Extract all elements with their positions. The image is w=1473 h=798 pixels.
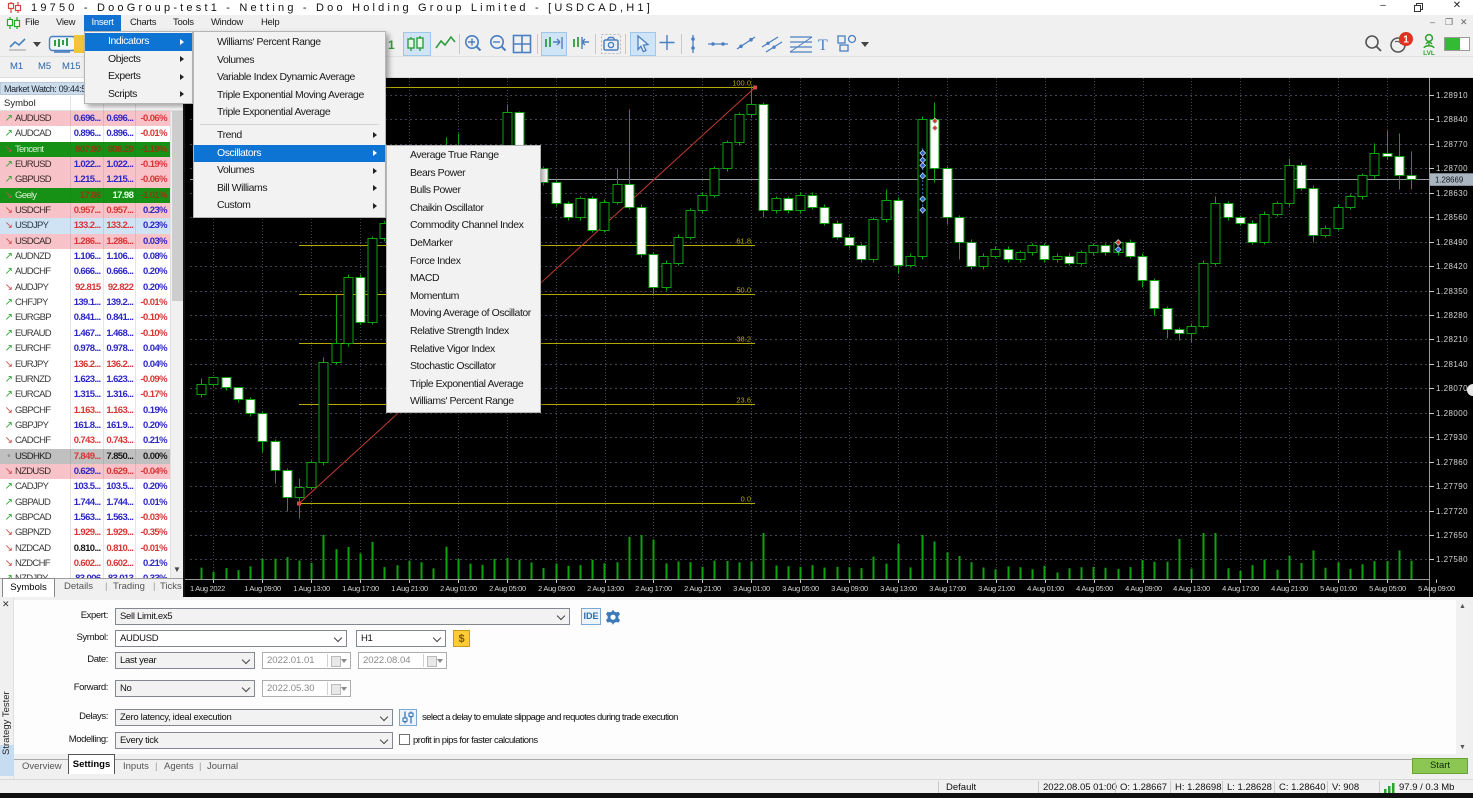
svg-text:1 Aug 17:00: 1 Aug 17:00 [342,584,379,593]
svg-text:4 Aug 09:00: 4 Aug 09:00 [1125,584,1162,593]
svg-text:T: T [818,37,828,54]
svg-text:2 Aug 13:00: 2 Aug 13:00 [587,584,624,593]
svg-text:2 Aug 01:00: 2 Aug 01:00 [440,584,477,593]
svg-text:3 Aug 13:00: 3 Aug 13:00 [880,584,917,593]
svg-text:1.28140: 1.28140 [1436,360,1468,369]
svg-text:100.0: 100.0 [732,79,751,88]
svg-text:1.28700: 1.28700 [1436,164,1468,173]
svg-text:3 Aug 05:00: 3 Aug 05:00 [782,584,819,593]
svg-text:1 Aug 13:00: 1 Aug 13:00 [293,584,330,593]
svg-text:1.28000: 1.28000 [1436,409,1468,418]
svg-text:1.27580: 1.27580 [1436,555,1468,564]
svg-text:2 Aug 09:00: 2 Aug 09:00 [538,584,575,593]
svg-text:3 Aug 01:00: 3 Aug 01:00 [733,584,770,593]
svg-text:2 Aug 21:00: 2 Aug 21:00 [684,584,721,593]
svg-text:2 Aug 17:00: 2 Aug 17:00 [635,584,672,593]
svg-text:3 Aug 17:00: 3 Aug 17:00 [929,584,966,593]
svg-text:1.28070: 1.28070 [1436,384,1468,393]
svg-text:38.2: 38.2 [736,335,751,344]
svg-text:4 Aug 21:00: 4 Aug 21:00 [1271,584,1308,593]
svg-text:4 Aug 13:00: 4 Aug 13:00 [1173,584,1210,593]
svg-text:1.28350: 1.28350 [1436,287,1468,296]
svg-text:1.28840: 1.28840 [1436,115,1468,124]
svg-text:3 Aug 09:00: 3 Aug 09:00 [831,584,868,593]
svg-text:LVL: LVL [1423,50,1435,57]
svg-text:1.27790: 1.27790 [1436,482,1468,491]
svg-text:1.27860: 1.27860 [1436,458,1468,467]
svg-text:61.8: 61.8 [736,237,751,246]
svg-text:5 Aug 09:00: 5 Aug 09:00 [1418,584,1455,593]
svg-text:0.0: 0.0 [741,495,751,504]
svg-text:1.28560: 1.28560 [1436,213,1468,222]
svg-text:1.28280: 1.28280 [1436,311,1468,320]
svg-text:1.28210: 1.28210 [1436,335,1468,344]
svg-text:4 Aug 17:00: 4 Aug 17:00 [1222,584,1259,593]
svg-text:1.28630: 1.28630 [1436,189,1468,198]
svg-text:23.6: 23.6 [736,396,751,405]
svg-text:1.28669: 1.28669 [1435,175,1463,184]
svg-text:1.28770: 1.28770 [1436,140,1468,149]
svg-text:2 Aug 05:00: 2 Aug 05:00 [489,584,526,593]
svg-text:1.28490: 1.28490 [1436,238,1468,247]
svg-text:1 Aug 09:00: 1 Aug 09:00 [244,584,281,593]
svg-text:4 Aug 01:00: 4 Aug 01:00 [1027,584,1064,593]
svg-text:1.27720: 1.27720 [1436,507,1468,516]
svg-text:5 Aug 01:00: 5 Aug 01:00 [1320,584,1357,593]
svg-text:50.0: 50.0 [736,286,751,295]
svg-text:1: 1 [388,38,395,52]
svg-text:1.28420: 1.28420 [1436,262,1468,271]
svg-text:5 Aug 05:00: 5 Aug 05:00 [1369,584,1406,593]
svg-text:4 Aug 05:00: 4 Aug 05:00 [1076,584,1113,593]
svg-text:3 Aug 21:00: 3 Aug 21:00 [978,584,1015,593]
svg-text:1.27650: 1.27650 [1436,531,1468,540]
svg-text:1: 1 [1403,35,1409,46]
svg-text:1.27930: 1.27930 [1436,433,1468,442]
svg-text:1 Aug 2022: 1 Aug 2022 [190,584,225,593]
svg-text:1 Aug 21:00: 1 Aug 21:00 [391,584,428,593]
svg-text:1.28910: 1.28910 [1436,91,1468,100]
